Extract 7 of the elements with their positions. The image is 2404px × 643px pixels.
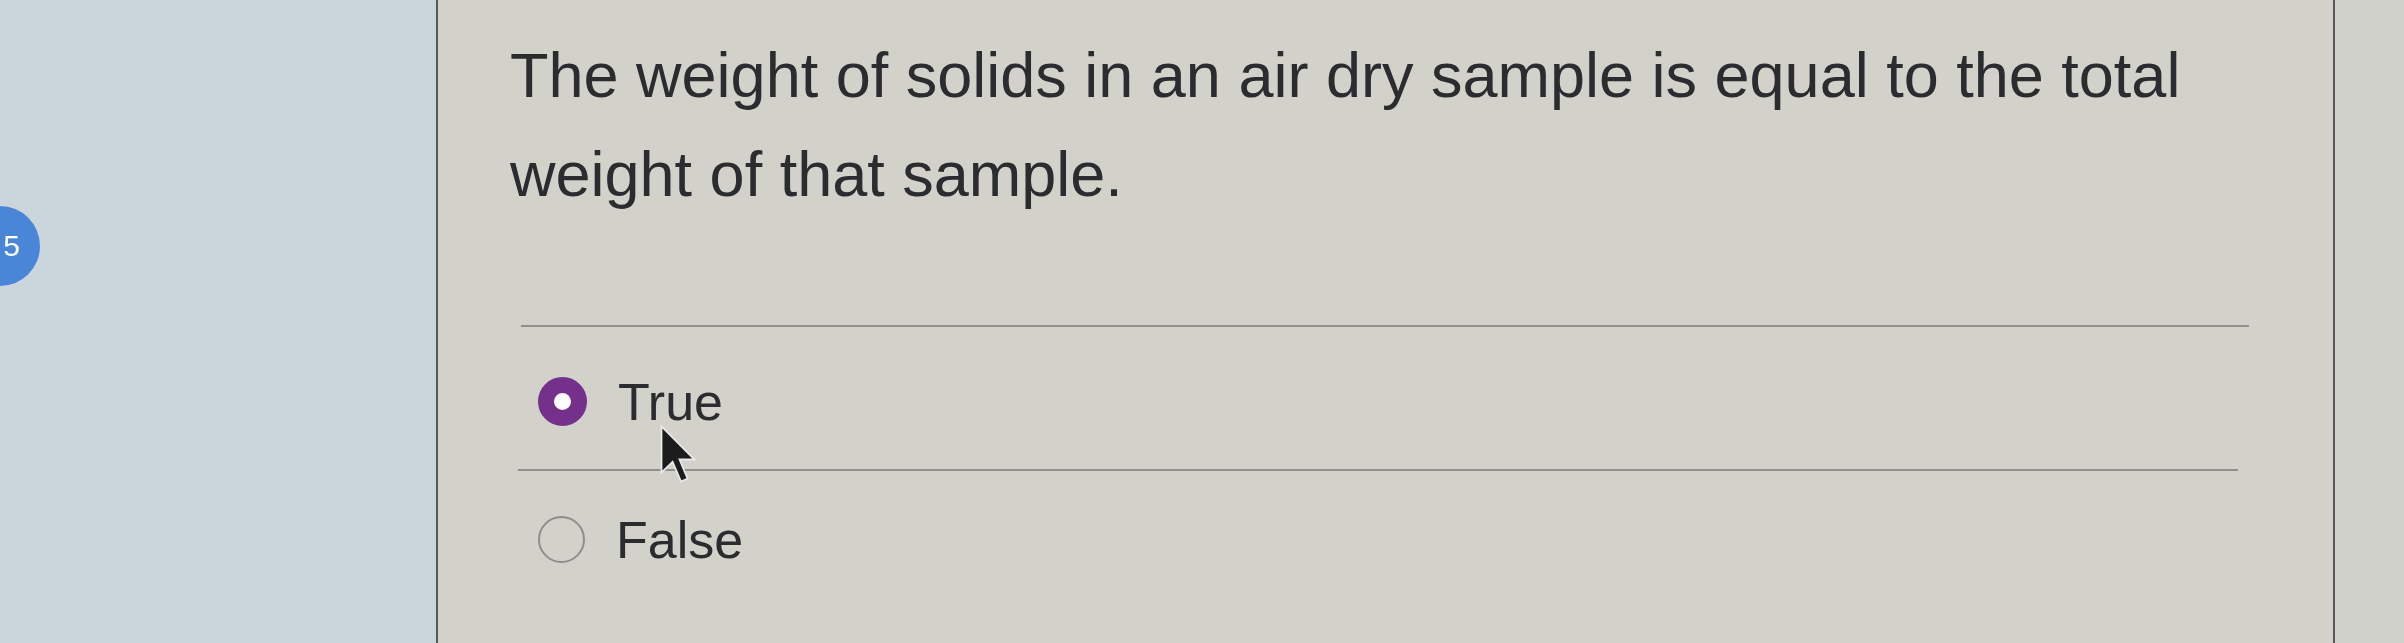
radio-button[interactable] <box>538 377 587 426</box>
radio-button[interactable] <box>538 516 585 563</box>
question-number-badge: 5 <box>0 206 40 286</box>
option-label[interactable]: False <box>616 513 744 566</box>
option-label[interactable]: True <box>618 375 723 428</box>
question-text: The weight of solids in an air dry sample is equal to the total weight of that sample. <box>510 39 2182 211</box>
cursor-icon <box>660 425 696 483</box>
